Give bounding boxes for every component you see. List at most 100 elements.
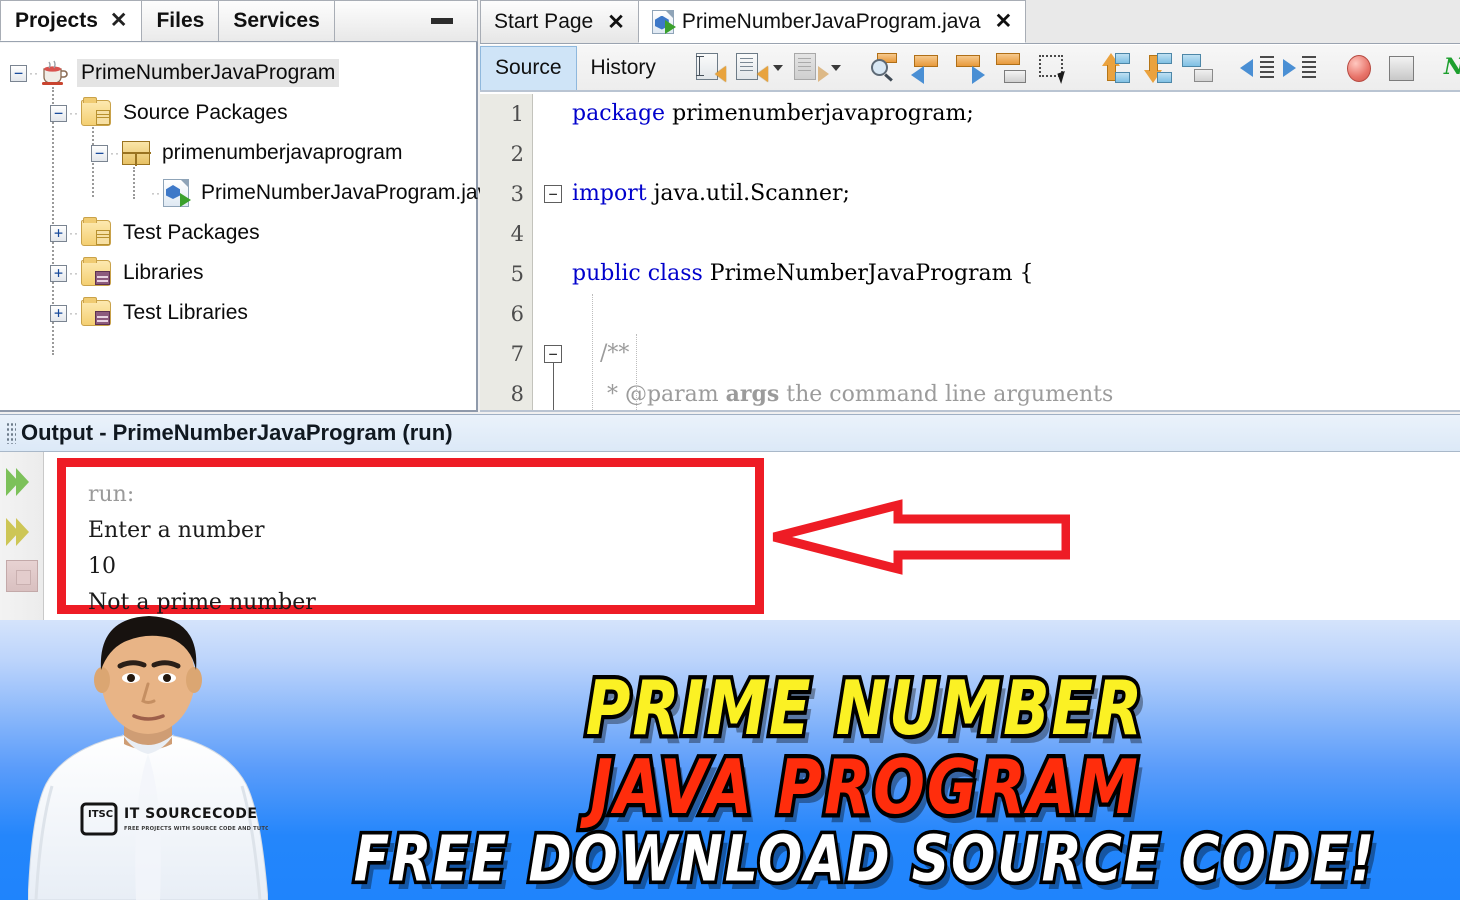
tree-connector: ·· [29,66,39,80]
java-coffee-icon [41,60,69,86]
output-panel-title-bar[interactable]: Output - PrimeNumberJavaProgram (run) [0,414,1460,452]
tab-files[interactable]: Files [141,0,220,41]
projects-tabstrip: Projects ✕ Files Services [0,0,478,42]
output-line: run: [88,482,135,507]
next-bookmark-icon[interactable] [952,51,986,85]
tree-item-test-libraries[interactable]: + ·· Test Libraries [0,293,476,333]
output-side-toolbar [0,452,44,620]
previous-bookmark-icon[interactable] [910,51,944,85]
tree-connector: ·· [69,106,79,120]
stop-process-icon[interactable] [6,560,38,592]
code-line: * @param args the command line arguments [572,374,1460,410]
close-icon[interactable]: ✕ [607,10,625,35]
toggle-breakpoint-icon[interactable] [1342,51,1376,85]
tree-item-project[interactable]: − ·· PrimeNumberJavaProgram [0,53,476,93]
code-lines: package primenumberjavaprogram; import j… [572,94,1460,410]
line-number: 7 [510,342,524,366]
editor-toolbar: Source History [480,45,1460,92]
close-icon[interactable]: ✕ [110,8,128,33]
editor-panel: Start Page ✕ PrimeNumberJavaProgram.java… [480,0,1460,412]
tree-connector: ·· [69,306,79,320]
tabstrip-filler [333,0,478,41]
banner-line-1: PRIME NUMBER [582,665,1145,753]
code-editor[interactable]: 1 2 3 4 5 6 7 8 − − package primenumberj… [480,94,1460,412]
find-selection-icon[interactable] [868,51,902,85]
banner-line-3: FREE DOWNLOAD SOURCE CODE! [351,823,1377,897]
line-number-gutter: 1 2 3 4 5 6 7 8 [480,94,533,410]
expander-icon[interactable]: − [91,144,108,162]
expander-icon[interactable]: + [50,304,67,322]
shirt-brand-text: IT SOURCECODE [124,806,257,822]
stop-icon[interactable] [1384,51,1418,85]
shift-right-icon[interactable] [1282,51,1316,85]
tree-connector: ·· [151,186,161,200]
tree-item-label: Test Packages [123,221,260,244]
tab-prime-number-java-program[interactable]: PrimeNumberJavaProgram.java ✕ [637,0,1027,43]
line-number: 5 [510,262,524,286]
chevron-down-icon[interactable] [772,64,783,71]
output-panel-title: Output - PrimeNumberJavaProgram (run) [21,420,453,445]
shift-line-down-icon[interactable] [1138,51,1172,85]
button-source-view[interactable]: Source [480,45,577,90]
tree-item-libraries[interactable]: + ·· Libraries [0,253,476,293]
fold-toggle-icon[interactable]: − [544,185,562,203]
tab-files-label: Files [156,9,205,32]
shift-line-up-icon[interactable] [1096,51,1130,85]
rerun-alt-icon[interactable] [2,510,42,554]
tree-item-label: Test Libraries [123,301,248,324]
toggle-bookmark-icon[interactable] [994,51,1028,85]
code-line: /** [572,334,1460,374]
line-number: 6 [510,302,524,326]
rerun-icon[interactable] [2,460,42,504]
back-icon[interactable] [734,51,768,85]
test-libraries-folder-icon [81,297,111,326]
presenter-photo: ITSC IT SOURCECODE FREE PROJECTS WITH SO… [27,604,288,900]
drag-grip-icon[interactable] [6,422,16,444]
tree-item-label: PrimeNumberJavaProgram [77,59,340,87]
code-token: java.util.Scanner; [653,181,850,206]
tab-services[interactable]: Services [218,0,335,41]
java-file-icon [651,9,676,34]
line-number: 4 [510,222,524,246]
tree-item-test-packages[interactable]: + ·· Test Packages [0,213,476,253]
chevron-down-icon[interactable] [830,64,841,71]
minimize-icon[interactable] [431,18,453,24]
close-icon[interactable]: ✕ [995,9,1013,34]
code-token: the command line arguments [779,382,1114,407]
tree-item-package[interactable]: − ·· primenumberjavaprogram [0,133,476,173]
shirt-tagline-text: FREE PROJECTS WITH SOURCE CODE AND TUTOR… [124,826,268,832]
output-line: Enter a number [88,518,265,543]
tab-start-page[interactable]: Start Page ✕ [480,0,639,43]
line-marks [1301,55,1316,78]
shift-left-icon[interactable] [1239,51,1274,85]
rectangular-selection-icon[interactable] [1036,51,1070,85]
fold-toggle-icon[interactable]: − [544,345,562,363]
tree-item-java-file[interactable]: ·· PrimeNumberJavaProgram.java [0,173,500,213]
forward-icon[interactable] [792,51,829,85]
fold-stem [552,363,554,410]
screenshot-root: Projects ✕ Files Services − ·· PrimeNumb… [0,0,1460,900]
tree-connector: ·· [69,266,79,280]
expander-icon[interactable]: + [50,264,67,282]
tree-item-source-packages[interactable]: − ·· Source Packages [0,93,476,133]
expander-icon[interactable]: − [50,104,67,122]
libraries-folder-icon [81,257,111,286]
output-console-text[interactable]: run: Enter a number 10 Not a prime numbe… [66,467,316,621]
netbeans-profile-icon[interactable]: N [1444,51,1460,85]
line-number: 2 [510,142,524,166]
expander-icon[interactable]: − [10,64,27,82]
last-edit-icon[interactable] [692,51,726,85]
banner-title-block: PRIME NUMBER JAVA PROGRAM FREE DOWNLOAD … [270,665,1460,900]
code-token: import [572,181,654,206]
code-token: public class [572,261,710,286]
netbeans-ide-window: Projects ✕ Files Services − ·· PrimeNumb… [0,0,1460,620]
code-token: package [572,101,673,126]
tab-projects[interactable]: Projects ✕ [0,0,143,41]
package-icon [122,141,151,166]
line-number: 1 [510,102,524,126]
expander-icon[interactable]: + [50,224,67,242]
move-code-element-icon[interactable] [1180,51,1214,85]
button-history-view[interactable]: History [577,46,670,90]
shirt-logo-mark: ITSC [88,809,113,820]
